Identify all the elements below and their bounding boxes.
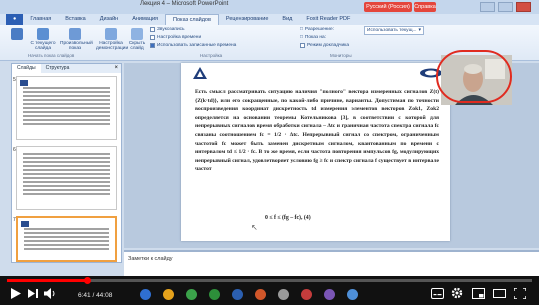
rehearse-timings-option[interactable]: Настройка времени xyxy=(150,35,201,40)
tab-design[interactable]: Дизайн xyxy=(93,14,126,25)
group-label-setup: Настройка xyxy=(200,53,223,58)
use-timings-checkbox[interactable] xyxy=(150,43,155,48)
slide-canvas[interactable]: Есть смысл рассматривать ситуацию наличи… xyxy=(181,63,450,241)
fullscreen-icon[interactable] xyxy=(514,288,526,299)
progress-fill xyxy=(7,279,87,282)
language-badge[interactable]: Русский (Россия) xyxy=(364,2,412,12)
thumb-logo-icon xyxy=(20,80,28,86)
setup-icon xyxy=(105,28,117,40)
app-icon[interactable] xyxy=(347,288,358,300)
tab-foxit[interactable]: Foxit Reader PDF xyxy=(299,14,357,25)
notes-pane[interactable]: Заметки к слайду xyxy=(124,250,539,276)
slide-number: 6 xyxy=(13,147,16,153)
slideshow-start-icon xyxy=(11,28,23,40)
chrome-icon[interactable] xyxy=(186,288,197,300)
record-checkbox[interactable] xyxy=(150,27,155,32)
powerpoint-icon[interactable] xyxy=(255,288,266,300)
window-controls xyxy=(480,2,535,12)
thumb-logo-icon xyxy=(21,221,29,227)
presenter-checkbox[interactable] xyxy=(300,43,305,48)
slideshow-current-icon xyxy=(37,28,49,40)
ribbon-tabs: ● Главная Вставка Дизайн Анимация Показ … xyxy=(0,14,539,25)
hide-slide-icon xyxy=(131,28,143,40)
use-timings-option[interactable]: Использовать записанные времена xyxy=(150,43,236,48)
display-icon: □ xyxy=(300,35,303,40)
slide-body-text[interactable]: Есть смысл рассматривать ситуацию наличи… xyxy=(195,88,439,174)
tab-insert[interactable]: Вставка xyxy=(58,14,92,25)
slide-thumbnail-selected[interactable] xyxy=(16,216,117,262)
slide-thumbnail[interactable] xyxy=(16,146,117,210)
gear-icon[interactable] xyxy=(451,287,463,299)
slide-formula[interactable]: 0 ≤ f ≤ (fg – fc), (4) xyxy=(265,215,311,221)
subtitles-icon[interactable] xyxy=(431,288,444,299)
tab-view[interactable]: Вид xyxy=(275,14,299,25)
setup-show-button[interactable]: Настройка демонстрации xyxy=(96,28,128,51)
theater-mode-icon[interactable] xyxy=(493,289,506,298)
resolution-label: □ Разрешение: xyxy=(300,27,334,32)
university-logo-icon xyxy=(193,67,207,79)
hide-slide-button[interactable]: Скрыть слайд xyxy=(126,28,148,51)
group-label-monitors: Мониторы xyxy=(330,53,352,58)
volume-icon[interactable] xyxy=(44,288,56,299)
slide-number: 7 xyxy=(13,217,16,223)
time-display: 6:41 / 44:08 xyxy=(78,292,113,299)
slide-thumbnail[interactable] xyxy=(16,76,117,140)
panel-tabs: Слайды Структура × xyxy=(12,64,121,73)
close-button[interactable] xyxy=(516,2,531,12)
tab-slides[interactable]: Слайды xyxy=(12,64,41,73)
notes-placeholder: Заметки к слайду xyxy=(128,256,173,262)
chevron-down-icon: ▾ xyxy=(418,28,421,33)
app-icon[interactable] xyxy=(324,288,335,300)
app-icon[interactable] xyxy=(301,288,312,300)
excel-icon[interactable] xyxy=(209,288,220,300)
mouse-cursor-icon: ↖ xyxy=(251,223,258,232)
play-icon[interactable] xyxy=(10,288,21,299)
tab-animation[interactable]: Анимация xyxy=(125,14,165,25)
minimize-button[interactable] xyxy=(480,2,495,12)
miniplayer-icon[interactable] xyxy=(472,288,485,299)
resolution-dropdown[interactable]: Использовать текущ... ▾ xyxy=(364,26,424,35)
title-bar xyxy=(0,0,539,14)
rehearse-checkbox[interactable] xyxy=(150,35,155,40)
slide-number: 5 xyxy=(13,77,16,83)
next-icon[interactable] xyxy=(28,289,38,298)
slides-panel: Слайды Структура × 5 6 7 xyxy=(11,63,122,263)
from-beginning-button[interactable] xyxy=(6,28,28,41)
window-title: Лекция 4 – Microsoft PowerPoint xyxy=(140,1,229,7)
monitor-icon: □ xyxy=(300,27,303,32)
custom-show-button[interactable]: Произвольный показ xyxy=(60,28,93,51)
webcam-highlight-circle xyxy=(436,50,512,103)
word-icon[interactable] xyxy=(232,288,243,300)
browser-icon[interactable] xyxy=(140,288,151,300)
show-on-label: □ Показ на: xyxy=(300,35,327,40)
presenter-view-option[interactable]: Режим докладчика xyxy=(300,43,349,48)
record-narration-option[interactable]: Звукозапись xyxy=(150,27,185,32)
group-label-start: Начать показ слайдов xyxy=(28,53,75,58)
close-panel-icon[interactable]: × xyxy=(114,64,121,73)
taskbar-icons xyxy=(140,285,402,303)
tab-review[interactable]: Рецензирование xyxy=(219,14,275,25)
from-current-slide-button[interactable]: С текущего слайда xyxy=(30,28,56,51)
tab-slide-show[interactable]: Показ слайдов xyxy=(165,14,219,25)
maximize-button[interactable] xyxy=(498,2,513,12)
folder-icon[interactable] xyxy=(163,288,174,300)
progress-scrubber[interactable] xyxy=(84,277,91,284)
help-button[interactable]: Справка xyxy=(414,2,436,12)
app-icon[interactable] xyxy=(278,288,289,300)
office-button[interactable]: ● xyxy=(6,14,24,25)
tab-outline[interactable]: Структура xyxy=(41,64,75,73)
tab-home[interactable]: Главная xyxy=(23,14,58,25)
custom-show-icon xyxy=(69,28,81,40)
